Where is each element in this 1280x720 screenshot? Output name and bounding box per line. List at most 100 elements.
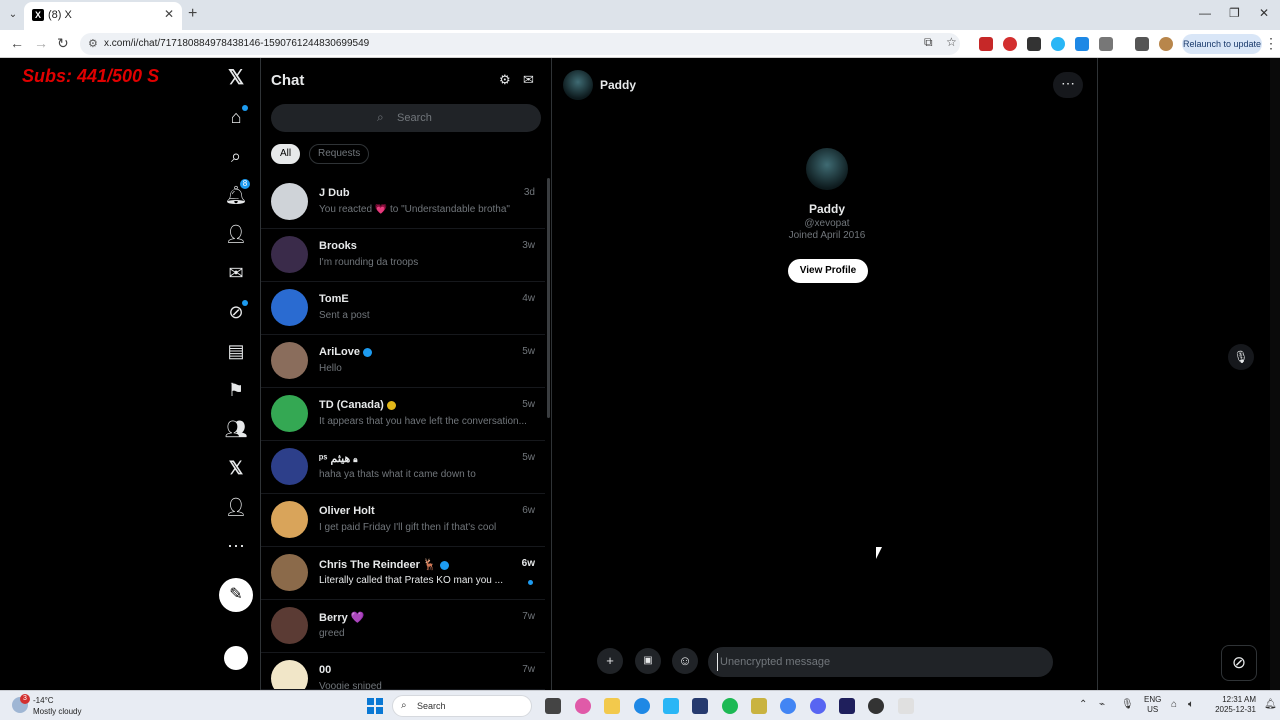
wifi-icon[interactable]: ⌂: [1171, 699, 1177, 710]
discord-icon[interactable]: [810, 698, 826, 714]
x-premium-icon[interactable]: 𝕏: [224, 456, 248, 480]
network-icon[interactable]: ⌁: [1099, 699, 1105, 710]
tab-search-icon[interactable]: ⌄: [4, 6, 22, 24]
app-icon[interactable]: [692, 698, 708, 714]
chat-list-scrollbar[interactable]: [547, 178, 550, 418]
weather-desc: Mostly cloudy: [33, 707, 82, 716]
bell-icon[interactable]: 🔔︎ 8: [224, 179, 250, 207]
windows-start-icon[interactable]: [367, 698, 383, 714]
language-indicator[interactable]: ENG US: [1144, 695, 1161, 715]
filter-all[interactable]: All: [271, 144, 301, 164]
conversation-item[interactable]: Chris The Reindeer 🦌 Literally called th…: [261, 547, 545, 600]
profile-icon[interactable]: 👤︎: [224, 495, 248, 519]
conversation-item[interactable]: Oliver Holt I get paid Friday I'll gift …: [261, 494, 545, 547]
home-icon[interactable]: ⌂: [224, 105, 248, 129]
extensions-puzzle-icon[interactable]: [1099, 37, 1113, 51]
follow-icon[interactable]: 👤︎: [224, 222, 248, 246]
reading-list-icon[interactable]: [1135, 37, 1149, 51]
extension-icon[interactable]: [979, 37, 993, 51]
app-icon[interactable]: [751, 698, 767, 714]
conversation-avatar[interactable]: [563, 70, 593, 100]
maximize-icon[interactable]: ❐: [1229, 6, 1240, 20]
copilot-icon[interactable]: [575, 698, 591, 714]
taskbar-search[interactable]: ⌕ Search: [392, 695, 532, 717]
verified-gold-badge-icon: [386, 400, 396, 410]
extension-icon[interactable]: [1051, 37, 1065, 51]
weather-badge: 3: [20, 694, 30, 704]
forward-icon[interactable]: →: [34, 35, 48, 51]
site-info-icon[interactable]: ⚙: [88, 37, 98, 50]
conversation-item[interactable]: TomE Sent a post 4w: [261, 282, 545, 335]
message-input[interactable]: [717, 653, 1037, 671]
grok-floating-button[interactable]: ⊘: [1221, 645, 1257, 681]
mail-icon[interactable]: ✉: [224, 261, 248, 285]
new-message-icon[interactable]: ✉: [523, 72, 534, 88]
conversation-item[interactable]: AriLove Hello 5w: [261, 335, 545, 388]
chat-search-input[interactable]: ⌕ Search: [271, 104, 541, 132]
voice-mic-button[interactable]: 🎙︎: [1228, 344, 1254, 370]
conversation-header-name[interactable]: Paddy: [600, 78, 636, 92]
browser-tab[interactable]: X (8) X ✕: [24, 2, 182, 30]
bookmark-icon[interactable]: ⚑: [224, 378, 248, 402]
search-icon[interactable]: ⌕: [224, 144, 248, 168]
file-explorer-icon[interactable]: [604, 698, 620, 714]
conversation-name-row: ᵖˢ هيثم 🔒︎: [319, 452, 358, 465]
settings-gear-icon[interactable]: ⚙: [499, 72, 511, 88]
conversation-item[interactable]: TD (Canada) It appears that you have lef…: [261, 388, 545, 441]
lists-icon[interactable]: ▤: [224, 339, 248, 363]
conversation-item[interactable]: 00 Voogie sniped 7w: [261, 653, 545, 690]
relaunch-button[interactable]: Relaunch to update: [1182, 34, 1262, 54]
filter-requests[interactable]: Requests: [309, 144, 370, 164]
edge-icon[interactable]: [634, 698, 650, 714]
tray-chevron-icon[interactable]: ⌃: [1079, 699, 1087, 710]
new-tab-icon[interactable]: +: [188, 5, 197, 23]
conversation-item[interactable]: Berry 💜 greed 7w: [261, 600, 545, 653]
post-compose-icon: ✎: [229, 586, 243, 603]
bookmark-star-icon[interactable]: ☆: [946, 35, 957, 49]
view-profile-button[interactable]: View Profile: [788, 259, 868, 283]
obs-icon[interactable]: [868, 698, 884, 714]
account-avatar[interactable]: [224, 646, 248, 670]
reload-icon[interactable]: ↻: [57, 35, 69, 52]
extension-icon[interactable]: [1027, 37, 1041, 51]
page-scrollbar[interactable]: [1270, 58, 1280, 690]
extension-icon[interactable]: [1003, 37, 1017, 51]
message-composer[interactable]: [708, 647, 1053, 677]
grok-icon: ⊘: [1231, 653, 1247, 672]
chrome-icon[interactable]: [780, 698, 796, 714]
conversation-item[interactable]: J Dub You reacted 💗 to "Understandable b…: [261, 176, 545, 229]
x-logo-icon[interactable]: 𝕏: [224, 66, 248, 90]
grok-icon[interactable]: ⊘: [224, 300, 248, 324]
conversation-time: 6w: [521, 558, 535, 569]
volume-icon[interactable]: 🔈︎: [1188, 699, 1194, 710]
verified-badge-icon: [362, 347, 372, 357]
premiere-icon[interactable]: [839, 698, 855, 714]
back-icon[interactable]: ←: [10, 35, 24, 51]
snipping-tool-icon[interactable]: [898, 698, 914, 714]
conversation-item[interactable]: Brooks I'm rounding da troops 3w: [261, 229, 545, 282]
profile-avatar-icon[interactable]: [1159, 37, 1173, 51]
post-compose-button[interactable]: ✎: [219, 578, 253, 612]
minimize-icon[interactable]: —: [1199, 6, 1211, 20]
clock[interactable]: 12:31 AM 2025-12-31: [1206, 695, 1256, 715]
notification-icon[interactable]: 🔔︎: [1264, 699, 1277, 710]
conversation-pane: Paddy ⋯ Paddy @xevopat Joined April 2016…: [553, 58, 1096, 690]
more-icon[interactable]: ⋯: [224, 534, 248, 558]
install-app-icon[interactable]: ⧉: [924, 35, 933, 50]
emoji-button[interactable]: ☺: [672, 648, 698, 674]
tab-close-icon[interactable]: ✕: [164, 7, 174, 21]
mic-tray-icon[interactable]: 🎙︎: [1121, 699, 1134, 710]
conversation-preview: greed: [319, 628, 345, 639]
add-attachment-button[interactable]: +: [597, 648, 623, 674]
conversation-more-button[interactable]: ⋯: [1053, 72, 1083, 98]
browser-menu-icon[interactable]: ⋮: [1264, 35, 1278, 52]
extension-icon[interactable]: [1075, 37, 1089, 51]
conversation-item[interactable]: ᵖˢ هيثم 🔒︎ haha ya thats what it came dow…: [261, 441, 545, 494]
spotify-icon[interactable]: [722, 698, 738, 714]
gif-button[interactable]: ▣: [635, 648, 661, 674]
task-view-icon[interactable]: [545, 698, 561, 714]
url-field[interactable]: ⚙ x.com/i/chat/717180884978438146-159076…: [80, 33, 960, 55]
calculator-icon[interactable]: [663, 698, 679, 714]
window-close-icon[interactable]: ✕: [1259, 6, 1269, 20]
communities-icon[interactable]: 👥︎: [224, 417, 248, 441]
